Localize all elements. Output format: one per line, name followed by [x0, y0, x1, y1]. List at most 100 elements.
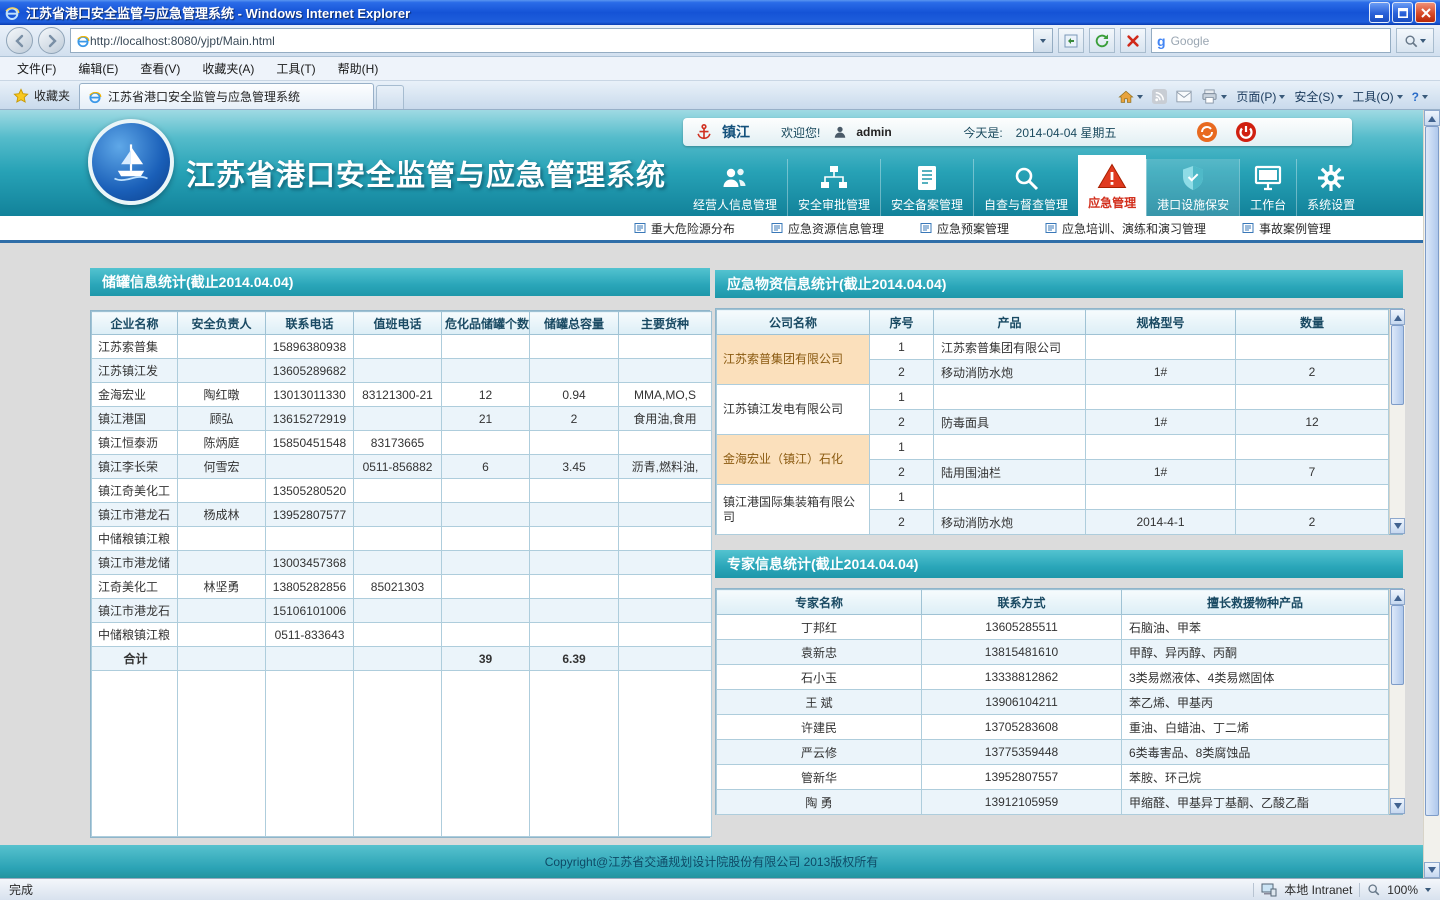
subnav-item[interactable]: 应急培训、演练和演习管理 [1045, 220, 1206, 237]
supplies-scrollbar[interactable] [1389, 309, 1405, 534]
zoom-dropdown-icon[interactable] [1425, 888, 1431, 895]
experts-table-row[interactable]: 袁新忠13815481610甲醇、异丙醇、丙酮 [717, 640, 1389, 665]
supplies-table-row[interactable]: 金海宏业（镇江）石化1 [717, 435, 1389, 460]
supplies-table-row[interactable]: 江苏镇江发电有限公司1 [717, 385, 1389, 410]
favorites-button[interactable]: 收藏夹 [4, 83, 79, 108]
expert-name-cell: 丁邦红 [717, 615, 922, 640]
scroll-track[interactable] [1390, 405, 1405, 518]
nav-item-magnifier[interactable]: 自查与督查管理 [973, 159, 1078, 216]
supplies-table-row[interactable]: 镇江港国际集装箱有限公司1 [717, 485, 1389, 510]
nav-item-monitor[interactable]: 工作台 [1239, 159, 1296, 216]
tank-table-row[interactable]: 中储粮镇江粮 [92, 527, 712, 551]
minimize-button[interactable] [1369, 2, 1390, 23]
tank-table-row[interactable]: 金海宏业陶红暾1301301133083121300-21120.94MMA,M… [92, 383, 712, 407]
scroll-thumb[interactable] [1425, 126, 1439, 816]
zoom-level[interactable]: 100% [1387, 883, 1418, 897]
compatibility-view-button[interactable] [1058, 28, 1084, 53]
tank-table-row[interactable]: 镇江市港龙储13003457368 [92, 551, 712, 575]
subnav-item[interactable]: 重大危险源分布 [634, 220, 735, 237]
status-right: 本地 Intranet 100% [1253, 881, 1431, 898]
menu-item[interactable]: 收藏夹(A) [191, 57, 265, 80]
page-menu-button[interactable]: 页面(P) [1236, 88, 1285, 105]
tank-table-row[interactable]: 镇江市港龙石15106101006 [92, 599, 712, 623]
tank-table-row[interactable]: 江奇美化工林坚勇1380528285685021303 [92, 575, 712, 599]
nav-item-warning[interactable]: 应急管理 [1078, 155, 1146, 216]
url-dropdown[interactable] [1033, 29, 1052, 52]
scroll-up-icon[interactable] [1390, 589, 1405, 605]
page-header: 江苏省港口安全监管与应急管理系统 镇江 欢迎您! admin 今天是: 2014… [0, 110, 1423, 216]
tabs-bar: 收藏夹 江苏省港口安全监管与应急管理系统 页面(P) 安全(S) 工具(O) ? [0, 81, 1440, 110]
experts-table-row[interactable]: 石小玉133388128623类易燃液体、4类易燃固体 [717, 665, 1389, 690]
menu-item[interactable]: 查看(V) [129, 57, 191, 80]
expert-phone-cell: 13912105959 [922, 790, 1122, 815]
expert-phone-cell: 13338812862 [922, 665, 1122, 690]
tools-menu-button[interactable]: 工具(O) [1352, 88, 1402, 105]
nav-item-shield[interactable]: 港口设施保安 [1146, 159, 1239, 216]
tank-cell: 15896380938 [266, 335, 354, 359]
maximize-button[interactable] [1392, 2, 1413, 23]
nav-item-gear[interactable]: 系统设置 [1296, 159, 1365, 216]
scroll-down-icon[interactable] [1390, 798, 1405, 814]
ie-logo-icon [4, 5, 20, 21]
tank-cell: 金海宏业 [92, 383, 178, 407]
home-button[interactable] [1118, 89, 1143, 105]
nav-item-org-chart[interactable]: 安全审批管理 [787, 159, 880, 216]
menu-item[interactable]: 文件(F) [6, 57, 67, 80]
menu-item[interactable]: 编辑(E) [67, 57, 129, 80]
tank-table-row[interactable]: 江苏索普集15896380938 [92, 335, 712, 359]
scroll-up-icon[interactable] [1424, 110, 1440, 126]
forward-button[interactable] [38, 27, 65, 54]
scroll-thumb[interactable] [1391, 325, 1404, 405]
experts-table-row[interactable]: 许建民13705283608重油、白蜡油、丁二烯 [717, 715, 1389, 740]
experts-table-row[interactable]: 王 斌13906104211苯乙烯、甲基丙 [717, 690, 1389, 715]
url-field[interactable]: http://localhost:8080/yjpt/Main.html [70, 28, 1053, 53]
switch-icon[interactable] [1196, 121, 1218, 143]
logout-icon[interactable] [1235, 121, 1257, 143]
help-button[interactable]: ? [1412, 90, 1428, 104]
back-button[interactable] [6, 27, 33, 54]
experts-scrollbar[interactable] [1389, 589, 1405, 814]
tank-table-row[interactable]: 江苏镇江发13605289682 [92, 359, 712, 383]
page-scrollbar[interactable] [1423, 110, 1440, 878]
browser-tab[interactable]: 江苏省港口安全监管与应急管理系统 [79, 83, 374, 109]
supplies-table-row[interactable]: 江苏索普集团有限公司1江苏索普集团有限公司 [717, 335, 1389, 360]
subnav-item[interactable]: 应急资源信息管理 [771, 220, 884, 237]
scroll-down-icon[interactable] [1390, 518, 1405, 534]
read-mail-button[interactable] [1176, 90, 1192, 103]
tank-table-row[interactable]: 镇江奇美化工13505280520 [92, 479, 712, 503]
experts-table-row[interactable]: 管新华13952807557苯胺、环己烷 [717, 765, 1389, 790]
experts-table-row[interactable]: 陶 勇13912105959甲缩醛、甲基异丁基酮、乙酸乙酯 [717, 790, 1389, 815]
tank-cell [619, 503, 712, 527]
scroll-down-icon[interactable] [1424, 862, 1440, 878]
new-tab-button[interactable] [376, 85, 404, 109]
stop-button[interactable] [1120, 28, 1146, 53]
print-button[interactable] [1201, 89, 1227, 104]
tank-table-row[interactable]: 镇江港国顾弘13615272919212食用油,食用 [92, 407, 712, 431]
scroll-thumb[interactable] [1391, 605, 1404, 685]
tank-cell [442, 623, 530, 647]
search-button[interactable] [1396, 28, 1434, 53]
tank-table-row[interactable]: 镇江李长荣何雪宏0511-85688263.45沥青,燃料油, [92, 455, 712, 479]
nav-item-document[interactable]: 安全备案管理 [880, 159, 973, 216]
refresh-button[interactable] [1089, 28, 1115, 53]
experts-table-row[interactable]: 严云修137753594486类毒害品、8类腐蚀品 [717, 740, 1389, 765]
feeds-button[interactable] [1152, 89, 1167, 104]
nav-item-users[interactable]: 经营人信息管理 [683, 159, 787, 216]
menu-item[interactable]: 帮助(H) [327, 57, 390, 80]
scroll-up-icon[interactable] [1390, 309, 1405, 325]
scroll-track[interactable] [1390, 685, 1405, 798]
safety-menu-button[interactable]: 安全(S) [1294, 88, 1343, 105]
tank-table-row[interactable]: 合计396.39 [92, 647, 712, 671]
tank-cell: 6.39 [530, 647, 619, 671]
tank-column-header: 值班电话 [354, 312, 442, 335]
tank-table-row[interactable]: 中储粮镇江粮0511-833643 [92, 623, 712, 647]
tank-table-row[interactable]: 镇江市港龙石杨成林13952807577 [92, 503, 712, 527]
subnav-item[interactable]: 应急预案管理 [920, 220, 1009, 237]
scroll-track[interactable] [1424, 816, 1440, 862]
experts-table-row[interactable]: 丁邦红13605285511石脑油、甲苯 [717, 615, 1389, 640]
subnav-item[interactable]: 事故案例管理 [1242, 220, 1331, 237]
search-input[interactable]: g Google [1151, 28, 1391, 53]
tank-table-row[interactable]: 镇江恒泰沥陈炳庭1585045154883173665 [92, 431, 712, 455]
menu-item[interactable]: 工具(T) [265, 57, 326, 80]
close-button[interactable] [1415, 2, 1436, 23]
